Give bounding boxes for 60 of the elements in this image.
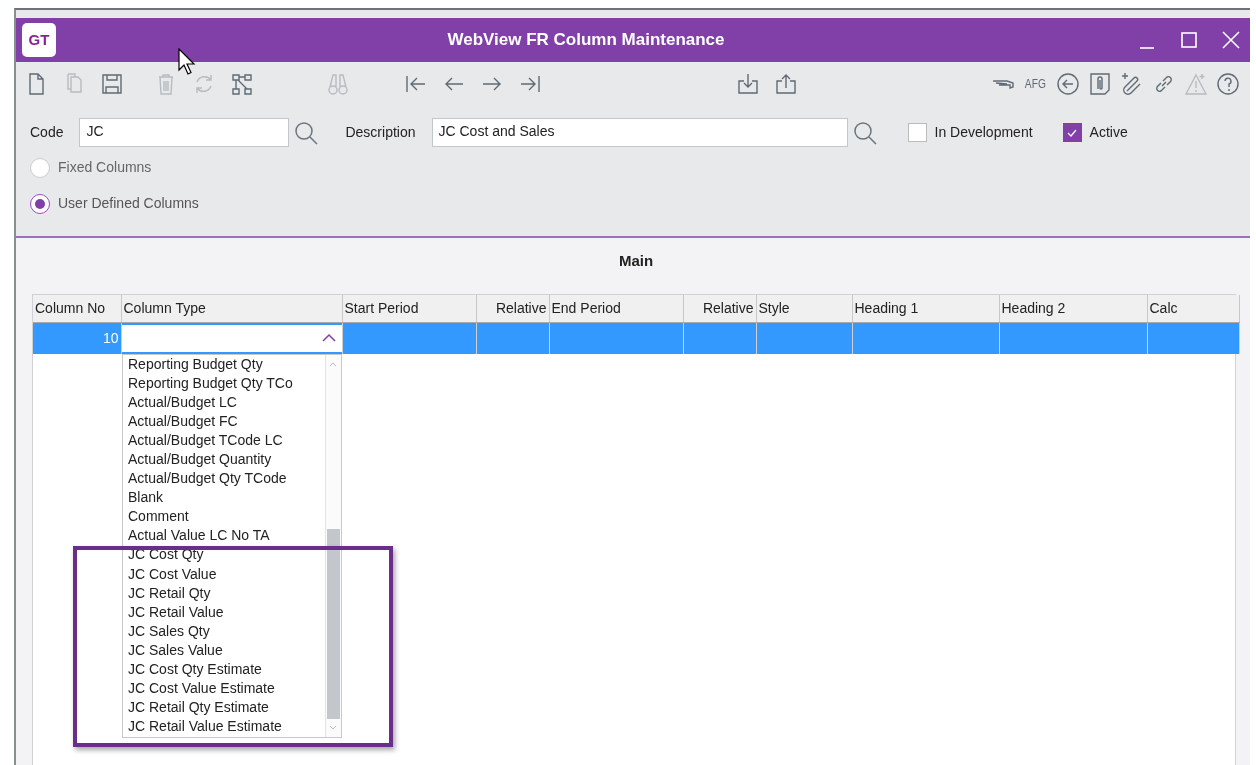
maximize-icon[interactable] xyxy=(1178,29,1200,51)
column-header[interactable]: Column Type xyxy=(121,294,342,323)
afg-button[interactable]: AFG xyxy=(1025,75,1047,93)
upload-icon[interactable] xyxy=(773,72,798,96)
list-option[interactable]: JC Sales Value xyxy=(128,640,325,660)
diagram-icon[interactable] xyxy=(230,72,254,96)
close-icon[interactable] xyxy=(1220,29,1242,51)
search-icon[interactable] xyxy=(851,119,878,146)
table-cell-text: 10 xyxy=(101,328,119,348)
search-icon[interactable] xyxy=(293,119,320,146)
description-label: Description xyxy=(345,123,416,142)
window-title: WebView FR Column Maintenance xyxy=(446,29,726,52)
scrollbar[interactable] xyxy=(325,354,341,737)
checkbox-label: Active xyxy=(1089,123,1128,142)
checkbox-label: In Development xyxy=(934,123,1033,142)
list-option[interactable]: Actual/Budget LC xyxy=(128,392,325,412)
column-header[interactable]: End Period xyxy=(549,294,683,323)
list-option[interactable]: JC Cost Qty Estimate xyxy=(128,660,325,680)
column-header[interactable]: Heading 1 xyxy=(852,294,999,323)
help-icon[interactable] xyxy=(1216,72,1240,96)
list-option[interactable]: Actual Value LC No TA xyxy=(128,526,325,546)
dropdown-field[interactable] xyxy=(121,324,342,352)
checkbox[interactable] xyxy=(1062,123,1082,142)
description-field[interactable]: JC Cost and Sales xyxy=(431,118,848,147)
save-icon[interactable] xyxy=(100,72,124,96)
list-option[interactable]: Actual/Budget FC xyxy=(128,411,325,431)
document-clip-icon[interactable] xyxy=(1088,72,1112,96)
radio-label: Fixed Columns xyxy=(58,158,152,177)
scrollbar-thumb[interactable] xyxy=(327,528,340,719)
main-tab[interactable]: Main xyxy=(32,238,1240,294)
download-icon[interactable] xyxy=(735,72,760,96)
column-header[interactable]: Relative xyxy=(476,294,549,323)
caret-icon[interactable] xyxy=(321,333,336,344)
column-header[interactable]: Heading 2 xyxy=(999,294,1147,323)
list-option[interactable]: JC Retail Qty Estimate xyxy=(128,698,325,718)
app-logo: GT xyxy=(22,23,56,57)
column-header[interactable]: Calc xyxy=(1147,294,1239,323)
checkbox[interactable] xyxy=(907,123,927,142)
radio-button[interactable] xyxy=(30,193,50,214)
code-field[interactable]: JC xyxy=(79,118,290,147)
column-header[interactable]: Column No xyxy=(33,294,121,323)
radio-label: User Defined Columns xyxy=(58,194,199,213)
column-header[interactable]: Start Period xyxy=(342,294,476,323)
list-option[interactable]: JC Sales Qty xyxy=(128,621,325,641)
list-option[interactable]: Actual/Budget Qty TCode xyxy=(128,469,325,489)
list-option[interactable]: Comment xyxy=(128,507,325,527)
list-option[interactable]: JC Cost Value Estimate xyxy=(128,679,325,699)
list-option[interactable]: Actual/Budget TCode LC xyxy=(128,430,325,450)
list-option[interactable]: Reporting Budget Qty TCo xyxy=(128,373,325,393)
column-header[interactable]: Style xyxy=(756,294,852,323)
list-option[interactable]: JC Retail Qty xyxy=(128,583,325,603)
code-label: Code xyxy=(30,123,64,142)
list-option[interactable]: JC Retail Value Estimate xyxy=(128,717,325,737)
list-option[interactable]: Reporting Budget Qty xyxy=(128,354,325,374)
list-option[interactable]: Blank xyxy=(128,488,325,508)
list-option[interactable]: Actual/Budget Quantity xyxy=(128,449,325,470)
column-header[interactable]: Relative xyxy=(683,294,756,323)
cursor-icon xyxy=(178,48,196,76)
list-option[interactable]: JC Retail Value xyxy=(128,602,325,622)
list-option[interactable]: JC Cost Value xyxy=(128,564,325,584)
